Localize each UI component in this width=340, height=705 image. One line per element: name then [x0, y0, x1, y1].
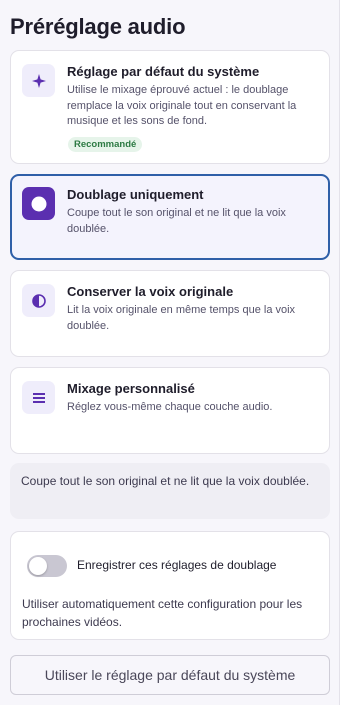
option-title: Doublage uniquement — [67, 187, 204, 202]
option-description: Réglez vous-même chaque couche audio. — [67, 401, 273, 413]
save-settings-label: Enregistrer ces réglages de doublage — [77, 558, 277, 572]
save-settings-card: Enregistrer ces réglages de doublage Uti… — [10, 531, 330, 640]
half-circle-icon — [22, 284, 55, 317]
option-description: Lit la voix originale en même temps que … — [67, 304, 296, 332]
save-settings-toggle[interactable] — [27, 555, 67, 577]
option-title: Mixage personnalisé — [67, 381, 195, 396]
save-settings-note: Utiliser automatiquement cette configura… — [22, 597, 303, 629]
option-description: Utilise le mixage éprouvé actuel : le do… — [67, 84, 297, 127]
circle-icon — [22, 187, 55, 220]
option-title: Réglage par défaut du système — [67, 64, 260, 79]
selection-description-text: Coupe tout le son original et ne lit que… — [21, 474, 310, 488]
use-system-default-button[interactable]: Utiliser le réglage par défaut du systèm… — [10, 655, 330, 695]
sliders-icon — [22, 381, 55, 414]
selection-description-box: Coupe tout le son original et ne lit que… — [10, 463, 330, 519]
option-system-default[interactable]: Réglage par défaut du système Utilise le… — [10, 50, 330, 164]
option-custom-mix[interactable]: Mixage personnalisé Réglez vous-même cha… — [10, 367, 330, 454]
audio-preset-panel: Préréglage audio Réglage par défaut du s… — [0, 0, 340, 705]
option-dub-only[interactable]: Doublage uniquement Coupe tout le son or… — [10, 174, 330, 260]
option-title: Conserver la voix originale — [67, 284, 234, 299]
toggle-knob — [29, 557, 47, 575]
page-title: Préréglage audio — [10, 14, 186, 39]
option-description: Coupe tout le son original et ne lit que… — [67, 207, 286, 235]
recommended-badge: Recommandé — [68, 137, 143, 152]
option-keep-original-voice[interactable]: Conserver la voix originale Lit la voix … — [10, 270, 330, 357]
sparkle-icon — [22, 64, 55, 97]
